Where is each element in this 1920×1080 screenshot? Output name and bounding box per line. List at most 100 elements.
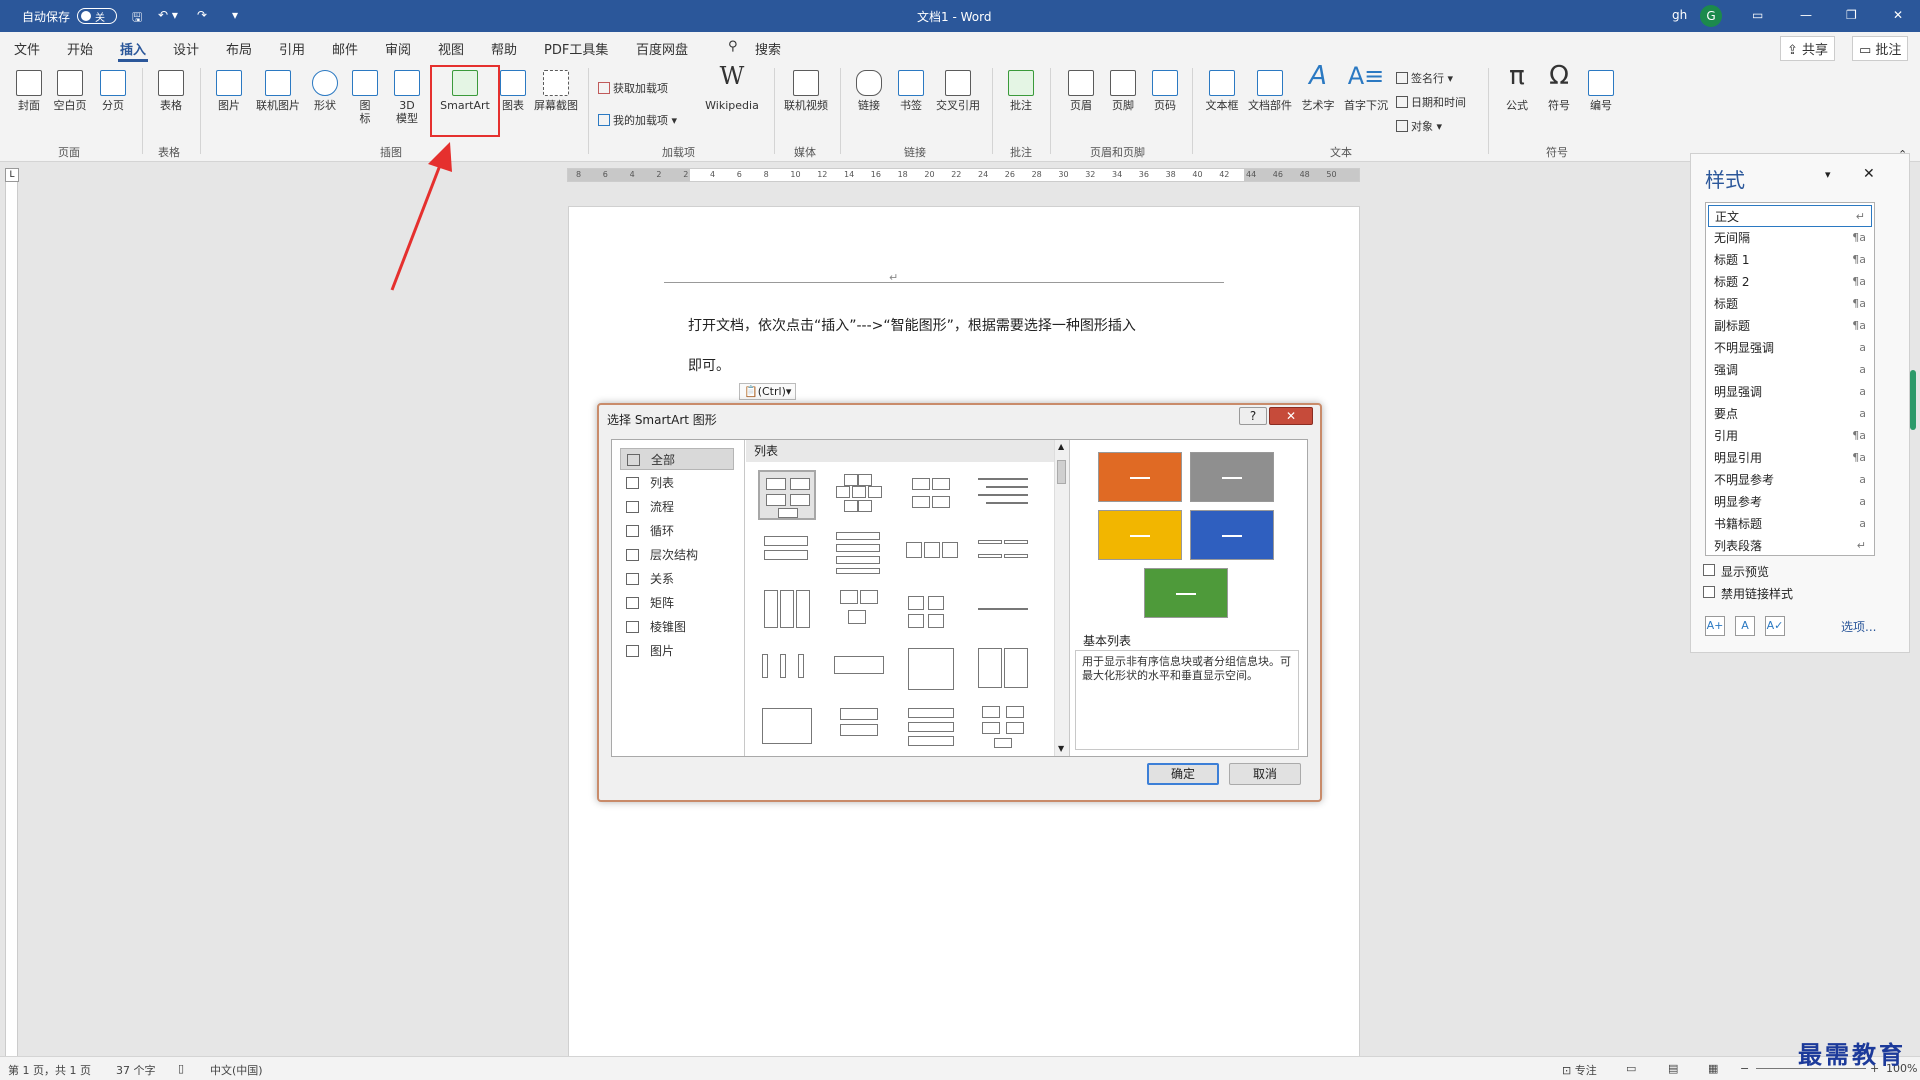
table-button[interactable]: 表格 xyxy=(154,70,188,112)
tab-help[interactable]: 帮助 xyxy=(491,39,517,58)
online-picture-button[interactable]: 联机图片 xyxy=(250,70,306,112)
tab-home[interactable]: 开始 xyxy=(67,39,93,58)
bookmark-button[interactable]: 书签 xyxy=(894,70,928,112)
style-item[interactable]: 标题 1 ¶a xyxy=(1708,249,1872,271)
cross-reference-button[interactable]: 交叉引用 xyxy=(932,70,984,112)
scroll-down-icon[interactable]: ▼ xyxy=(1058,744,1064,753)
save-icon[interactable]: 🖫 xyxy=(132,8,142,29)
gallery-thumbnail[interactable] xyxy=(974,528,1032,578)
pane-options-icon[interactable]: ▾ xyxy=(1825,168,1831,181)
style-inspector-icon[interactable]: A xyxy=(1735,616,1755,636)
word-count[interactable]: 37 个字 xyxy=(116,1062,156,1078)
gallery-thumbnail[interactable] xyxy=(902,586,960,636)
picture-button[interactable]: 图片 xyxy=(212,70,246,112)
gallery-thumbnail[interactable] xyxy=(758,644,816,694)
category-item[interactable]: 棱锥图 xyxy=(620,616,734,638)
signature-line-button[interactable]: 签名行 ▾ xyxy=(1396,70,1453,86)
read-mode-icon[interactable]: ▭ xyxy=(1626,1062,1636,1075)
cover-page-button[interactable]: 封面 xyxy=(12,70,46,112)
gallery-thumbnail[interactable] xyxy=(830,702,888,752)
show-preview-checkbox[interactable] xyxy=(1703,564,1715,576)
style-item[interactable]: 不明显参考 a xyxy=(1708,469,1872,491)
style-item[interactable]: 明显强调 a xyxy=(1708,381,1872,403)
equation-button[interactable]: π 公式 xyxy=(1500,63,1534,112)
comments-button[interactable]: ▭ 批注 xyxy=(1852,36,1909,61)
page-break-button[interactable]: 分页 xyxy=(96,70,130,112)
comment-button[interactable]: 批注 xyxy=(1004,70,1038,112)
tab-layout[interactable]: 布局 xyxy=(226,39,252,58)
link-button[interactable]: 链接 xyxy=(852,70,886,112)
footer-button[interactable]: 页脚 xyxy=(1106,70,1140,112)
gallery-thumbnail[interactable] xyxy=(758,470,816,520)
dialog-close-icon[interactable]: ✕ xyxy=(1269,407,1313,425)
gallery-thumbnail[interactable] xyxy=(902,528,960,578)
tab-references[interactable]: 引用 xyxy=(279,39,305,58)
document-text-line-1[interactable]: 打开文档，依次点击“插入”--->“智能图形”，根据需要选择一种图形插入 xyxy=(688,315,1136,335)
category-item[interactable]: 列表 xyxy=(620,472,734,494)
tab-insert[interactable]: 插入 xyxy=(120,39,146,58)
manage-styles-icon[interactable]: A✓ xyxy=(1765,616,1785,636)
object-button[interactable]: 对象 ▾ xyxy=(1396,118,1442,134)
category-item[interactable]: 关系 xyxy=(620,568,734,590)
style-item[interactable]: 不明显强调 a xyxy=(1708,337,1872,359)
tab-pdf-tools[interactable]: PDF工具集 xyxy=(544,39,608,58)
redo-icon[interactable]: ↷ xyxy=(197,8,207,22)
pane-close-icon[interactable]: ✕ xyxy=(1863,166,1875,182)
customize-toolbar-icon[interactable]: ▾ xyxy=(232,8,238,22)
page-number-button[interactable]: 页码 xyxy=(1148,70,1182,112)
gallery-thumbnail[interactable] xyxy=(830,586,888,636)
gallery-thumbnail[interactable] xyxy=(974,470,1032,520)
print-layout-icon[interactable]: ▤ xyxy=(1668,1062,1678,1075)
tab-review[interactable]: 审阅 xyxy=(385,39,411,58)
horizontal-ruler[interactable]: 8 6 4 2 2 4 6 8 10 12 14 16 18 20 22 24 26 28 30 32 34 36 38 40… xyxy=(567,168,1360,182)
category-item[interactable]: 图片 xyxy=(620,640,734,662)
document-parts-button[interactable]: 文档部件 xyxy=(1244,70,1296,112)
focus-mode[interactable]: ⊡ 专注 xyxy=(1562,1062,1597,1078)
category-item[interactable]: 矩阵 xyxy=(620,592,734,614)
new-style-icon[interactable]: A+ xyxy=(1705,616,1725,636)
gallery-thumbnail[interactable] xyxy=(974,702,1032,752)
gallery-thumbnail[interactable] xyxy=(830,644,888,694)
wordart-button[interactable]: A 艺术字 xyxy=(1298,63,1338,112)
get-addins-button[interactable]: 获取加载项 xyxy=(598,80,668,96)
style-item[interactable]: 引用 ¶a xyxy=(1708,425,1872,447)
text-box-button[interactable]: 文本框 xyxy=(1202,70,1242,112)
chart-button[interactable]: 图表 xyxy=(496,70,530,112)
style-item[interactable]: 标题 2 ¶a xyxy=(1708,271,1872,293)
search-box[interactable]: 搜索 xyxy=(755,39,781,58)
category-item[interactable]: 循环 xyxy=(620,520,734,542)
disable-linked-styles-checkbox[interactable] xyxy=(1703,586,1715,598)
header-button[interactable]: 页眉 xyxy=(1064,70,1098,112)
help-icon[interactable]: ? xyxy=(1239,407,1267,425)
gallery-thumbnail[interactable] xyxy=(902,702,960,752)
styles-options-link[interactable]: 选项... xyxy=(1841,618,1876,635)
gallery-thumbnail[interactable] xyxy=(758,528,816,578)
style-item[interactable]: 明显引用 ¶a xyxy=(1708,447,1872,469)
style-item[interactable]: 列表段落 ↵ xyxy=(1708,535,1872,557)
shapes-button[interactable]: 形状 xyxy=(308,70,342,112)
style-item[interactable]: 强调 a xyxy=(1708,359,1872,381)
scroll-thumb[interactable] xyxy=(1057,460,1066,484)
gallery-thumbnail[interactable] xyxy=(830,470,888,520)
style-item[interactable]: 副标题 ¶a xyxy=(1708,315,1872,337)
gallery-thumbnail[interactable] xyxy=(902,470,960,520)
paste-options-button[interactable]: 📋(Ctrl)▾ xyxy=(739,383,797,400)
tab-mailings[interactable]: 邮件 xyxy=(332,39,358,58)
zoom-out-icon[interactable]: − xyxy=(1740,1062,1749,1075)
tab-file[interactable]: 文件 xyxy=(14,39,40,58)
screenshot-button[interactable]: 屏幕截图 xyxy=(530,70,582,112)
proofing-icon[interactable]: ▯ xyxy=(178,1062,184,1075)
online-video-button[interactable]: 联机视频 xyxy=(780,70,832,112)
cancel-button[interactable]: 取消 xyxy=(1229,763,1301,785)
category-item[interactable]: 流程 xyxy=(620,496,734,518)
style-item[interactable]: 标题 ¶a xyxy=(1708,293,1872,315)
ok-button[interactable]: 确定 xyxy=(1147,763,1219,785)
gallery-thumbnail[interactable] xyxy=(758,702,816,752)
close-icon[interactable]: ✕ xyxy=(1893,8,1903,22)
style-item[interactable]: 无间隔 ¶a xyxy=(1708,227,1872,249)
wikipedia-button[interactable]: W Wikipedia xyxy=(700,64,764,112)
undo-icon[interactable]: ↶ ▾ xyxy=(158,8,178,22)
icons-button[interactable]: 图标 xyxy=(348,70,382,125)
style-item[interactable]: 书籍标题 a xyxy=(1708,513,1872,535)
numbering-button[interactable]: 编号 xyxy=(1584,70,1618,112)
